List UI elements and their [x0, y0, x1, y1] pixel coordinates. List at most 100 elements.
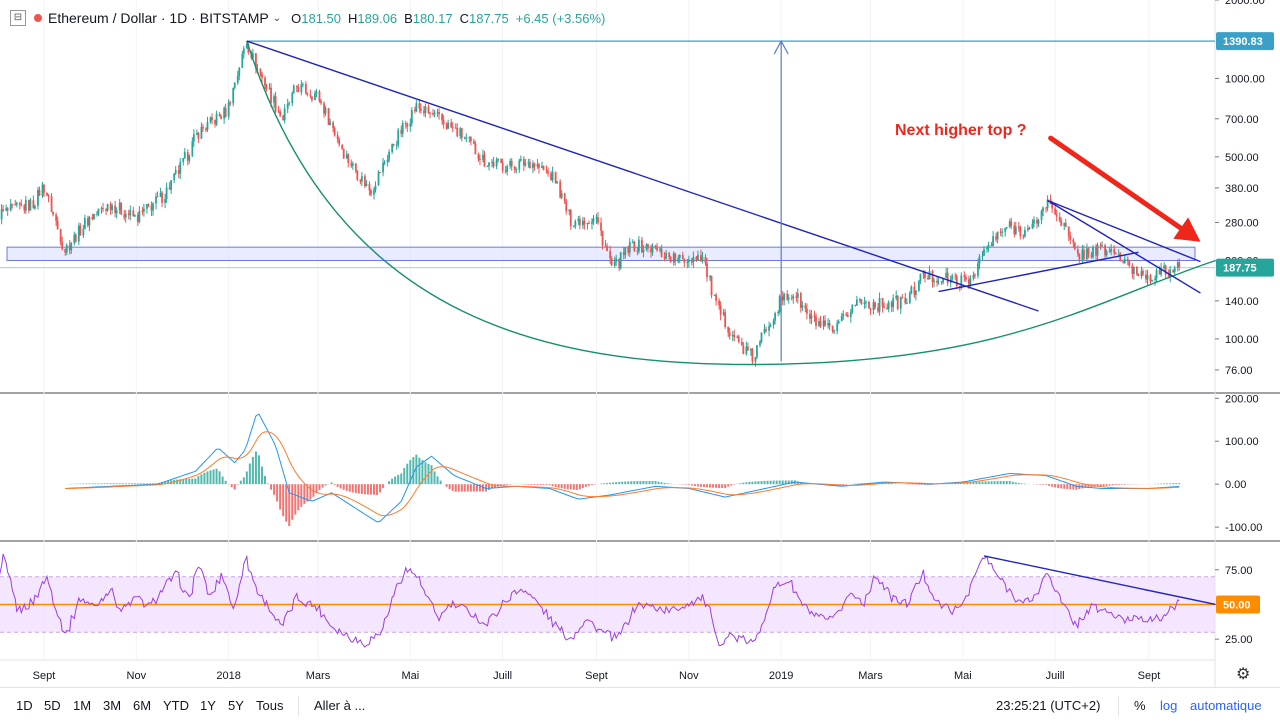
macd-histogram-bar	[591, 484, 593, 485]
macd-histogram-bar	[255, 452, 257, 485]
candle-body	[686, 262, 688, 263]
candle-body	[243, 48, 245, 53]
candle-body	[904, 298, 906, 303]
candle-body	[152, 203, 154, 210]
macd-histogram-bar	[318, 484, 320, 490]
candle-body	[1065, 223, 1067, 227]
candle-body	[733, 335, 735, 337]
candle-body	[484, 155, 486, 167]
rsi-axis-label: 75.00	[1225, 565, 1253, 577]
candle-body	[755, 357, 757, 362]
candle-body	[960, 275, 962, 287]
candle-body	[52, 212, 54, 215]
macd-axis-label: 0.00	[1225, 479, 1246, 491]
timeframe-5d-button[interactable]: 5D	[44, 698, 61, 713]
collapse-icon[interactable]: ⊟	[10, 10, 26, 26]
candle-body	[129, 210, 131, 215]
candle-body	[70, 243, 72, 250]
candle-body	[411, 110, 413, 123]
symbol-interval[interactable]: 1D	[169, 10, 187, 26]
macd-histogram-bar	[745, 482, 747, 484]
candle-body	[963, 275, 965, 276]
macd-histogram-bar	[667, 483, 669, 484]
candle-body	[1154, 279, 1156, 280]
candle-body	[841, 316, 843, 321]
macd-histogram-bar	[1045, 484, 1047, 485]
auto-scale-toggle[interactable]: automatique	[1190, 698, 1262, 713]
percent-scale-toggle[interactable]: %	[1134, 698, 1146, 713]
macd-histogram-bar	[633, 481, 635, 484]
macd-histogram-bar	[555, 484, 557, 487]
chart-canvas[interactable]: Next higher top ?2000.001000.00700.00500…	[0, 0, 1280, 688]
macd-histogram-bar	[567, 484, 569, 489]
macd-histogram-bar	[573, 484, 575, 490]
candle-body	[2, 209, 4, 211]
clock-timezone[interactable]: 23:25:21 (UTC+2)	[996, 698, 1100, 713]
candle-body	[418, 103, 420, 108]
candle-body	[311, 96, 313, 100]
macd-line	[65, 414, 1179, 522]
symbol-name[interactable]: Ethereum / Dollar	[48, 10, 157, 26]
timeframe-1y-button[interactable]: 1Y	[200, 698, 216, 713]
candle-body	[284, 109, 286, 121]
candle-body	[266, 86, 268, 89]
macd-histogram-bar	[706, 484, 708, 487]
time-axis-label: 2019	[769, 670, 793, 682]
candle-body	[797, 293, 799, 298]
timeframe-all-button[interactable]: Tous	[256, 698, 283, 713]
candle-body	[173, 174, 175, 181]
candle-body	[611, 258, 613, 266]
candle-body	[211, 117, 213, 120]
candle-body	[692, 257, 694, 263]
symbol-exchange[interactable]: BITSTAMP	[200, 10, 269, 26]
candle-body	[261, 74, 263, 78]
macd-histogram-bar	[434, 471, 436, 484]
macd-histogram-bar	[1066, 484, 1068, 489]
timeframe-3m-button[interactable]: 3M	[103, 698, 121, 713]
timeframe-ytd-button[interactable]: YTD	[163, 698, 189, 713]
candle-body	[546, 170, 548, 171]
candle-body	[979, 256, 981, 263]
candle-body	[965, 277, 967, 280]
candle-body	[665, 253, 667, 259]
macd-histogram-bar	[536, 484, 538, 485]
log-scale-toggle[interactable]: log	[1160, 698, 1177, 713]
candle-body	[609, 251, 611, 258]
candle-body	[836, 323, 838, 331]
timeframe-1d-button[interactable]: 1D	[16, 698, 33, 713]
candle-body	[465, 138, 467, 139]
candle-body	[515, 170, 517, 171]
macd-histogram-bar	[418, 458, 420, 485]
gear-icon[interactable]: ⚙	[1236, 664, 1250, 684]
annotation-arrow-shaft	[1051, 138, 1185, 231]
macd-histogram-bar	[113, 483, 115, 484]
candle-body	[1029, 228, 1031, 229]
macd-histogram-bar	[718, 484, 720, 488]
time-axis-label: Mai	[401, 670, 419, 682]
macd-histogram-bar	[1063, 484, 1065, 489]
candle-body	[614, 262, 616, 266]
candle-body	[343, 149, 345, 158]
candle-body	[237, 76, 239, 83]
candle-body	[677, 258, 679, 262]
candle-body	[43, 185, 45, 193]
macd-histogram-bar	[437, 476, 439, 484]
candle-body	[606, 246, 608, 251]
macd-histogram-bar	[191, 479, 193, 485]
chevron-down-icon[interactable]: ⌄	[273, 13, 281, 24]
time-axis-label: Mai	[954, 670, 972, 682]
goto-date-button[interactable]: Aller à ...	[314, 698, 365, 713]
timeframe-1m-button[interactable]: 1M	[73, 698, 91, 713]
macd-histogram-bar	[624, 482, 626, 485]
candle-body	[1106, 251, 1108, 255]
candle-body	[806, 309, 808, 314]
candle-body	[588, 223, 590, 224]
price-axis-label: 380.00	[1225, 183, 1259, 195]
candle-body	[438, 112, 440, 114]
timeframe-6m-button[interactable]: 6M	[133, 698, 151, 713]
macd-histogram-bar	[234, 484, 236, 489]
macd-histogram-bar	[264, 476, 266, 484]
timeframe-5y-button[interactable]: 5Y	[228, 698, 244, 713]
toolbar-divider	[1118, 696, 1119, 716]
macd-histogram-bar	[1160, 484, 1162, 485]
